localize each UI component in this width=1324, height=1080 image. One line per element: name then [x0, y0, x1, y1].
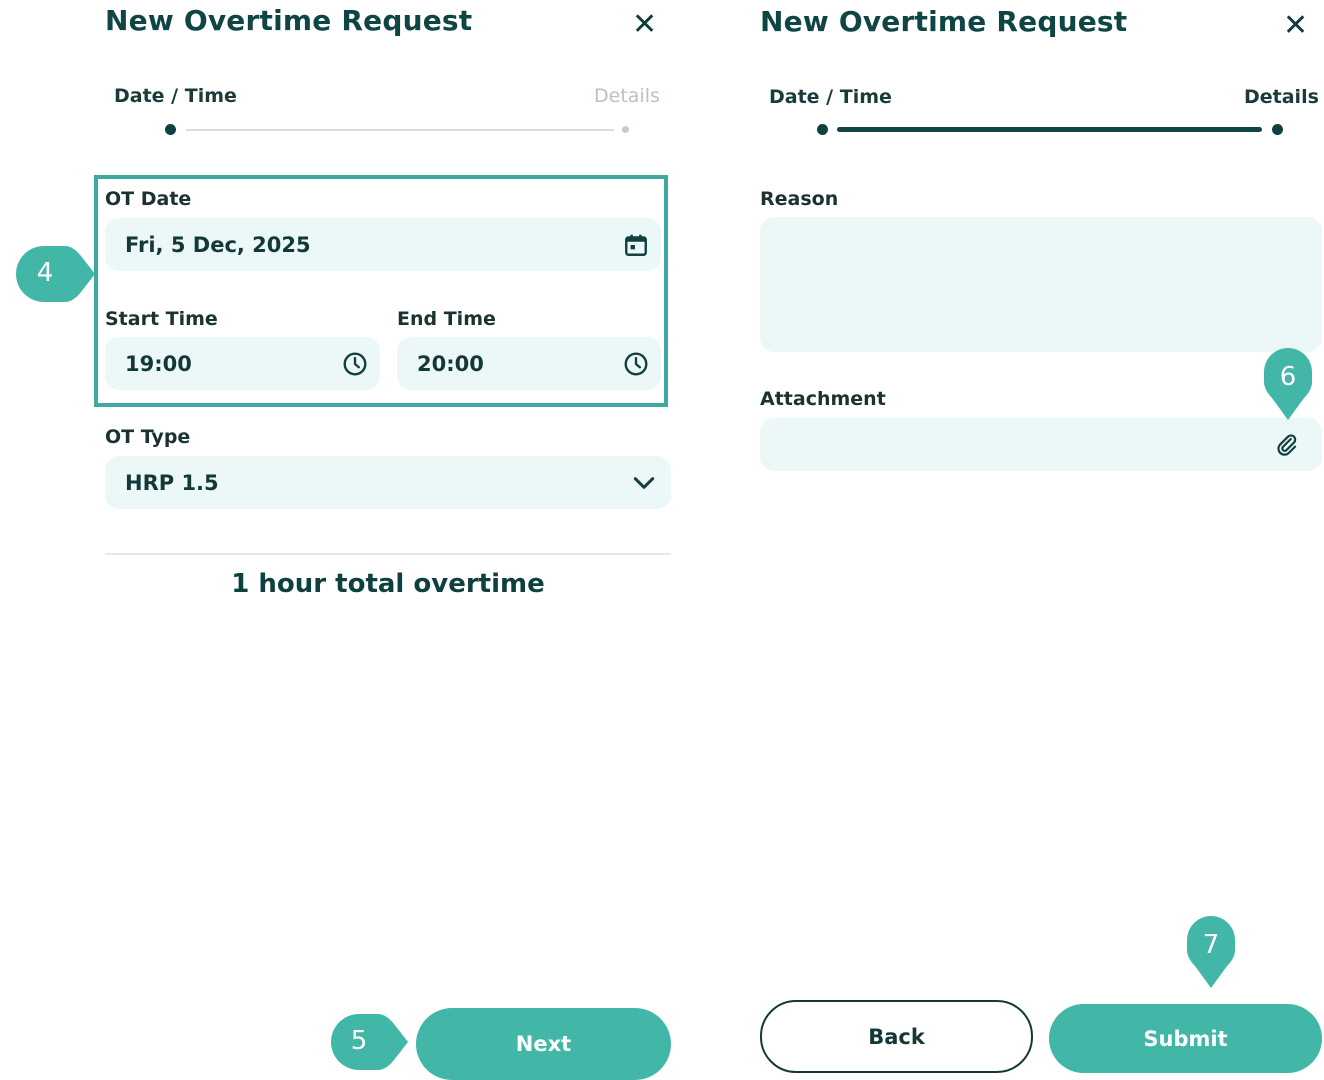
calendar-icon[interactable] [623, 232, 649, 258]
step-dot-inactive [622, 126, 629, 133]
reason-textarea[interactable] [760, 217, 1322, 352]
ot-type-value: HRP 1.5 [125, 470, 219, 495]
ot-date-input[interactable]: Fri, 5 Dec, 2025 [105, 218, 661, 271]
start-time-label: Start Time [105, 308, 218, 330]
chevron-down-icon[interactable] [631, 470, 657, 496]
close-icon[interactable]: ✕ [632, 10, 657, 40]
end-time-input[interactable]: 20:00 [397, 337, 661, 390]
end-time-value: 20:00 [417, 351, 484, 376]
callout-marker-4: 4 [13, 246, 95, 302]
callout-number: 4 [36, 258, 54, 288]
ot-date-label: OT Date [105, 188, 192, 210]
ot-type-select[interactable]: HRP 1.5 [105, 456, 671, 509]
clock-icon[interactable] [623, 351, 649, 377]
reason-label: Reason [760, 188, 839, 210]
next-button[interactable]: Next [416, 1008, 671, 1080]
clock-icon[interactable] [342, 351, 368, 377]
progress-track [186, 129, 614, 131]
end-time-label: End Time [397, 308, 496, 330]
divider [105, 553, 671, 555]
step-details[interactable]: Details [1244, 86, 1319, 108]
total-overtime-text: 1 hour total overtime [231, 569, 545, 599]
step-dot-done [817, 124, 828, 135]
ot-type-label: OT Type [105, 426, 191, 448]
page-title: New Overtime Request [105, 4, 473, 37]
close-icon[interactable]: ✕ [1283, 11, 1308, 41]
callout-marker-5: 5 [328, 1014, 408, 1070]
start-time-value: 19:00 [125, 351, 192, 376]
attachment-input[interactable] [760, 418, 1322, 471]
step-dot-active [165, 124, 176, 135]
page-title: New Overtime Request [760, 5, 1128, 38]
callout-number: 6 [1279, 362, 1297, 392]
ot-date-value: Fri, 5 Dec, 2025 [125, 232, 311, 257]
back-button[interactable]: Back [760, 1000, 1033, 1073]
callout-marker-6: 6 [1264, 348, 1312, 420]
callout-number: 7 [1202, 930, 1220, 960]
step-date-time[interactable]: Date / Time [769, 86, 892, 108]
step-details[interactable]: Details [594, 85, 660, 107]
submit-button[interactable]: Submit [1049, 1004, 1322, 1073]
start-time-input[interactable]: 19:00 [105, 337, 380, 390]
callout-marker-7: 7 [1187, 916, 1235, 988]
step-dot-active [1272, 124, 1283, 135]
callout-number: 5 [350, 1026, 368, 1056]
step-date-time[interactable]: Date / Time [114, 85, 237, 107]
attachment-label: Attachment [760, 388, 886, 410]
paperclip-icon[interactable] [1274, 432, 1300, 458]
progress-fill [837, 127, 1262, 132]
